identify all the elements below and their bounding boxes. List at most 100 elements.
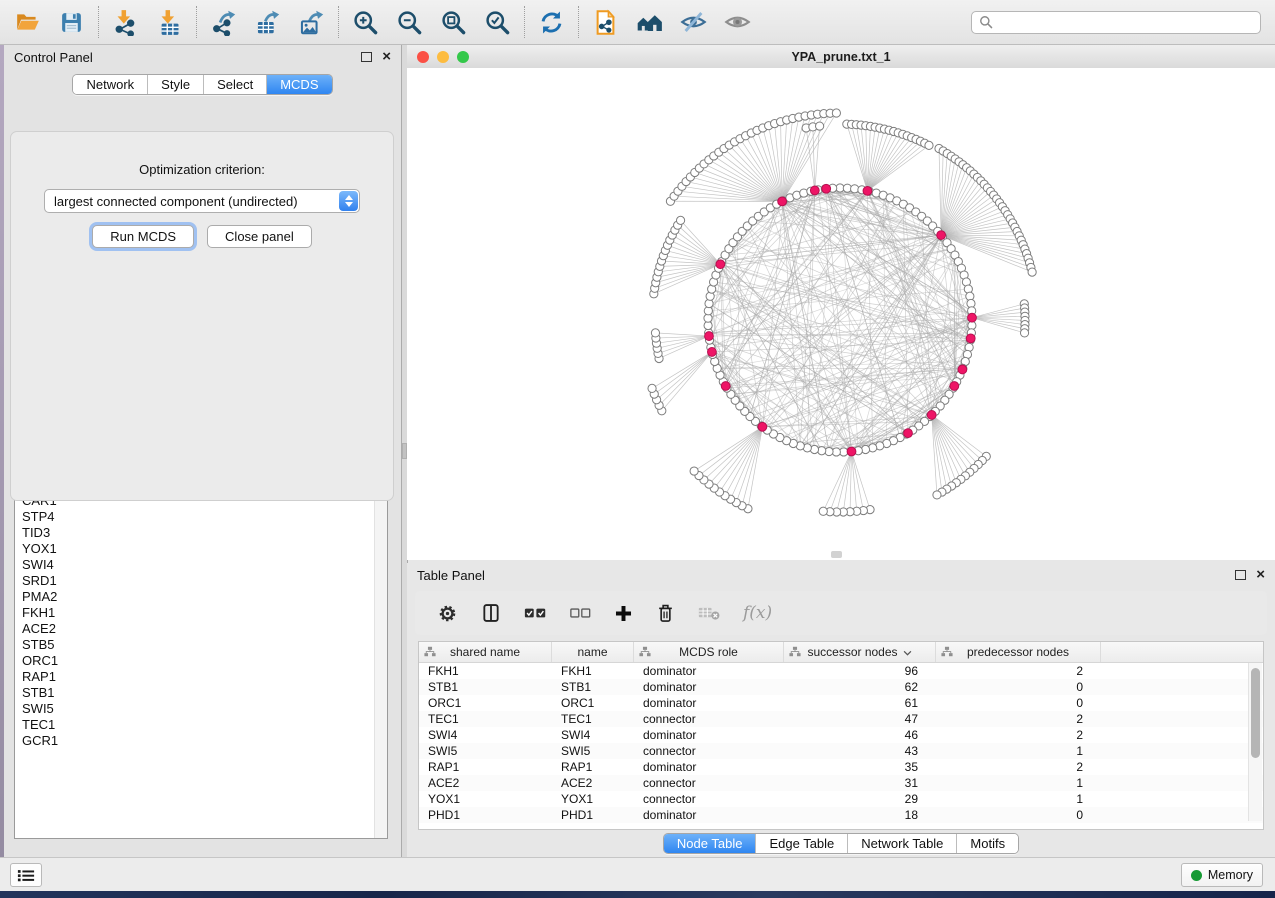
- column-header-predecessor-nodes[interactable]: predecessor nodes: [936, 642, 1101, 662]
- table-row[interactable]: ORC1ORC1dominator610: [419, 695, 1263, 711]
- table-row[interactable]: STB1STB1dominator620: [419, 679, 1263, 695]
- show-panel-button[interactable]: [724, 9, 751, 36]
- hide-panel-button[interactable]: [680, 9, 707, 36]
- mcds-result-item[interactable]: SRD1: [22, 573, 368, 589]
- split-columns-icon: [481, 603, 501, 623]
- mcds-result-item[interactable]: ACE2: [22, 621, 368, 637]
- table-cell: TEC1: [552, 712, 634, 726]
- column-label: successor nodes: [807, 645, 897, 659]
- export-image-button[interactable]: [298, 9, 325, 36]
- export-network-button[interactable]: [210, 9, 237, 36]
- go-home-button[interactable]: [636, 9, 663, 36]
- search-input[interactable]: [998, 14, 1260, 30]
- attribute-type-icon: [789, 646, 801, 660]
- attribute-type-icon: [639, 646, 651, 660]
- zoom-out-button[interactable]: [396, 9, 423, 36]
- delete-column-button[interactable]: [656, 603, 675, 624]
- table-cell: dominator: [634, 664, 784, 678]
- table-row[interactable]: PHD1PHD1dominator180: [419, 807, 1263, 823]
- zoom-in-button[interactable]: [352, 9, 379, 36]
- mcds-result-item[interactable]: SWI5: [22, 701, 368, 717]
- open-file-button[interactable]: [14, 9, 41, 36]
- table-cell: 31: [784, 776, 936, 790]
- mcds-result-item[interactable]: RAP1: [22, 669, 368, 685]
- mcds-result-item[interactable]: FKH1: [22, 605, 368, 621]
- search-icon: [979, 15, 993, 29]
- mcds-result-item[interactable]: TEC1: [22, 717, 368, 733]
- import-table-button[interactable]: [156, 9, 183, 36]
- column-header-successor-nodes[interactable]: successor nodes: [784, 642, 936, 662]
- tab-node-table[interactable]: Node Table: [664, 834, 756, 853]
- table-row[interactable]: YOX1YOX1connector291: [419, 791, 1263, 807]
- mcds-result-item[interactable]: STP4: [22, 509, 368, 525]
- table-row[interactable]: FKH1FKH1dominator962: [419, 663, 1263, 679]
- tab-network[interactable]: Network: [73, 75, 147, 94]
- table-row[interactable]: SWI4SWI4dominator462: [419, 727, 1263, 743]
- float-window-icon[interactable]: [361, 52, 372, 62]
- mcds-result-item[interactable]: TID3: [22, 525, 368, 541]
- table-cell: 18: [784, 808, 936, 822]
- zoom-fit-button[interactable]: [440, 9, 467, 36]
- tab-edge-table[interactable]: Edge Table: [755, 834, 847, 853]
- mcds-result-item[interactable]: YOX1: [22, 541, 368, 557]
- table-row[interactable]: SWI5SWI5connector431: [419, 743, 1263, 759]
- tab-motifs[interactable]: Motifs: [956, 834, 1018, 853]
- column-header-name[interactable]: name: [552, 642, 634, 662]
- network-graph[interactable]: [407, 68, 1275, 560]
- node-table[interactable]: shared namenameMCDS role successor nodes p…: [418, 641, 1264, 830]
- zoom-selected-icon: [484, 9, 511, 36]
- mcds-result-scrollbar[interactable]: [374, 470, 387, 838]
- task-history-button[interactable]: [10, 863, 42, 887]
- toggle-columns-button[interactable]: [481, 603, 501, 623]
- run-mcds-button[interactable]: Run MCDS: [92, 225, 194, 248]
- table-row[interactable]: ACE2ACE2connector311: [419, 775, 1263, 791]
- column-header-MCDS-role[interactable]: MCDS role: [634, 642, 784, 662]
- network-splitter-grip[interactable]: [831, 551, 842, 558]
- mcds-result-item[interactable]: GCR1: [22, 733, 368, 749]
- table-cell: SWI4: [419, 728, 552, 742]
- tab-select[interactable]: Select: [203, 75, 266, 94]
- tab-network-table[interactable]: Network Table: [847, 834, 956, 853]
- table-scrollbar[interactable]: [1248, 663, 1262, 821]
- save-session-button[interactable]: [58, 9, 85, 36]
- mcds-result-item[interactable]: STB5: [22, 637, 368, 653]
- mcds-result-item[interactable]: STB1: [22, 685, 368, 701]
- main-toolbar: [0, 0, 1275, 45]
- table-cell: 96: [784, 664, 936, 678]
- zoom-selected-button[interactable]: [484, 9, 511, 36]
- column-header-shared-name[interactable]: shared name: [419, 642, 552, 662]
- optimization-criterion-select[interactable]: largest connected component (undirected): [44, 189, 360, 213]
- close-icon[interactable]: ×: [382, 52, 391, 62]
- table-row[interactable]: RAP1RAP1dominator352: [419, 759, 1263, 775]
- tab-style[interactable]: Style: [147, 75, 203, 94]
- memory-button[interactable]: Memory: [1181, 863, 1263, 887]
- table-row[interactable]: TEC1TEC1connector472: [419, 711, 1263, 727]
- table-settings-button[interactable]: [437, 603, 458, 624]
- mcds-result-item[interactable]: ORC1: [22, 653, 368, 669]
- select-all-button[interactable]: [524, 606, 547, 620]
- table-cell: 61: [784, 696, 936, 710]
- import-network-button[interactable]: [112, 9, 139, 36]
- select-stepper-icon: [339, 191, 358, 211]
- network-canvas[interactable]: [407, 68, 1275, 560]
- deselect-all-button[interactable]: [570, 607, 591, 619]
- table-cell: 1: [936, 792, 1101, 806]
- close-panel-button[interactable]: Close panel: [207, 225, 312, 248]
- tab-mcds[interactable]: MCDS: [266, 75, 331, 94]
- apply-layout-button[interactable]: [538, 9, 565, 36]
- close-icon[interactable]: ×: [1256, 570, 1265, 580]
- float-window-icon[interactable]: [1235, 570, 1246, 580]
- control-panel-title: Control Panel: [14, 50, 93, 65]
- mcds-result-item[interactable]: SWI4: [22, 557, 368, 573]
- mcds-result-list[interactable]: PHD1CAR1STP4TID3YOX1SWI4SRD1PMA2FKH1ACE2…: [16, 475, 374, 837]
- export-table-button[interactable]: [254, 9, 281, 36]
- search-box[interactable]: [971, 11, 1261, 34]
- mcds-result-item[interactable]: PMA2: [22, 589, 368, 605]
- network-window-titlebar[interactable]: YPA_prune.txt_1: [407, 45, 1275, 69]
- table-cell: 0: [936, 680, 1101, 694]
- open-folder-icon: [15, 9, 41, 35]
- sort-desc-icon: [903, 645, 912, 659]
- new-network-button[interactable]: [592, 9, 619, 36]
- add-column-button[interactable]: [614, 604, 633, 623]
- table-scrollbar-thumb[interactable]: [1251, 668, 1260, 758]
